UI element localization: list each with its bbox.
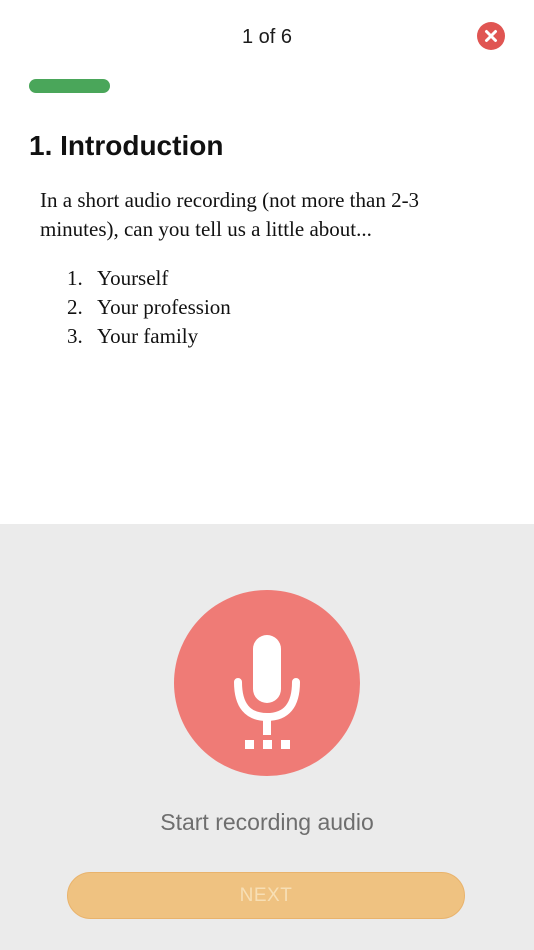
close-icon [477,22,505,50]
list-item: 1. Yourself [40,264,480,293]
question-panel: 1 of 6 1. Introduction In a short audio … [0,0,534,524]
next-button[interactable]: NEXT [67,872,465,919]
list-item-text: Yourself [97,266,169,290]
list-item-text: Your family [97,324,199,348]
list-item-number: 1. [67,266,83,290]
list-item: 2. Your profession [40,293,480,322]
question-text: In a short audio recording (not more tha… [40,188,420,241]
question-body: In a short audio recording (not more tha… [40,186,480,351]
record-audio-button[interactable] [174,590,360,776]
list-item-number: 2. [67,295,83,319]
recorder-panel: Start recording audio NEXT [0,524,534,950]
list-item: 3. Your family [40,322,480,351]
question-list: 1. Yourself 2. Your profession 3. Your f… [40,264,480,351]
close-button[interactable] [477,22,505,50]
progress-counter: 1 of 6 [241,26,293,48]
record-label: Start recording audio [160,809,374,835]
question-title: 1. Introduction [29,130,224,161]
progress-bar-fill [29,79,110,93]
progress-bar [29,79,505,93]
list-item-number: 3. [67,324,83,348]
microphone-icon [234,635,300,749]
list-item-text: Your profession [97,295,231,319]
